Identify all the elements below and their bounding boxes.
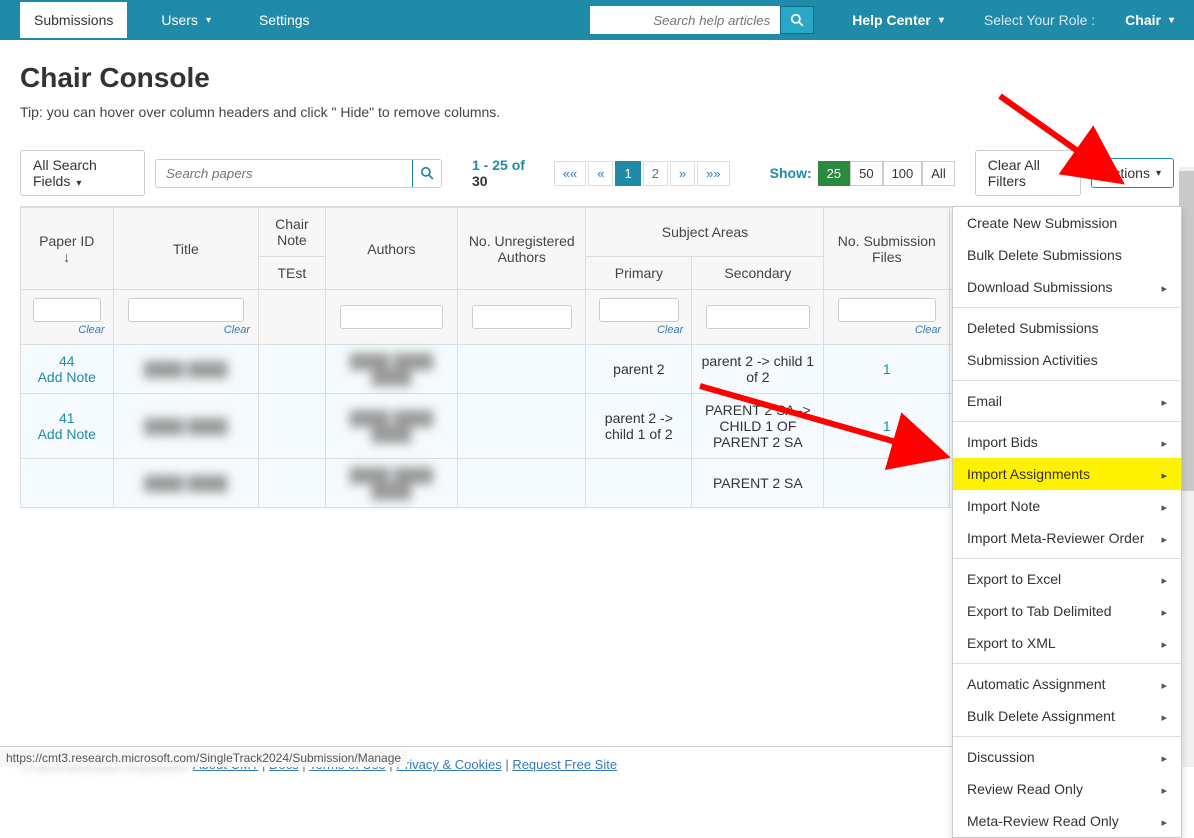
- menu-meta-review-read-only[interactable]: Meta-Review Read Only: [953, 805, 1181, 837]
- menu-import-bids[interactable]: Import Bids: [953, 426, 1181, 458]
- tip-text: Tip: you can hover over column headers a…: [20, 104, 1174, 120]
- pager-««[interactable]: ««: [554, 161, 586, 186]
- menu-export-excel[interactable]: Export to Excel: [953, 563, 1181, 595]
- menu-review-read-only[interactable]: Review Read Only: [953, 773, 1181, 805]
- menu-import-assignments[interactable]: Import Assignments: [953, 458, 1181, 490]
- secondary-cell: parent 2 -> child 1 of 2: [692, 345, 824, 394]
- col-secondary[interactable]: Secondary: [692, 257, 824, 290]
- pager-info: 1 - 25 of 30: [472, 157, 534, 189]
- show-label: Show:: [770, 165, 812, 181]
- chair-note-cell: [259, 459, 326, 508]
- unreg-cell: [458, 345, 586, 394]
- add-note-link[interactable]: Add Note: [29, 369, 105, 385]
- menu-submission-activities[interactable]: Submission Activities: [953, 344, 1181, 376]
- paper-id-link[interactable]: 41: [29, 410, 105, 426]
- top-nav: Submissions Users Settings Help Center S…: [0, 0, 1194, 40]
- help-search-button[interactable]: [780, 6, 814, 34]
- filter-authors[interactable]: [325, 290, 457, 345]
- search-papers-button[interactable]: [412, 160, 441, 187]
- pager-»»[interactable]: »»: [697, 161, 729, 186]
- pager: «««12»»»: [554, 161, 730, 186]
- show-100[interactable]: 100: [883, 161, 923, 186]
- sub-files-cell[interactable]: 1: [824, 394, 950, 459]
- role-label: Select Your Role :: [984, 12, 1095, 28]
- unreg-cell: [458, 459, 586, 508]
- menu-create-submission[interactable]: Create New Submission: [953, 207, 1181, 239]
- menu-export-xml[interactable]: Export to XML: [953, 627, 1181, 659]
- authors-cell: ████ ████████: [334, 353, 449, 385]
- show-50[interactable]: 50: [850, 161, 882, 186]
- search-field-dropdown[interactable]: All Search Fields: [20, 150, 145, 196]
- filter-title[interactable]: Clear: [113, 290, 258, 345]
- role-selector[interactable]: Chair: [1125, 12, 1174, 28]
- actions-menu: Create New Submission Bulk Delete Submis…: [952, 206, 1182, 838]
- authors-cell: ████ ████████: [334, 467, 449, 499]
- status-bar-url: https://cmt3.research.microsoft.com/Sing…: [0, 749, 407, 767]
- col-primary[interactable]: Primary: [586, 257, 692, 290]
- menu-export-tab[interactable]: Export to Tab Delimited: [953, 595, 1181, 627]
- show-All[interactable]: All: [922, 161, 954, 186]
- filter-toolbar: All Search Fields 1 - 25 of 30 «««12»»» …: [20, 150, 1174, 196]
- nav-settings[interactable]: Settings: [245, 2, 324, 38]
- help-search: [590, 6, 814, 34]
- sub-files-cell[interactable]: 1: [824, 345, 950, 394]
- menu-bulk-delete-assignment[interactable]: Bulk Delete Assignment: [953, 700, 1181, 732]
- menu-download-submissions[interactable]: Download Submissions: [953, 271, 1181, 303]
- page-title: Chair Console: [20, 62, 1174, 94]
- nav-submissions[interactable]: Submissions: [20, 2, 127, 38]
- unreg-cell: [458, 394, 586, 459]
- title-cell: ████ ████: [122, 361, 250, 377]
- col-paper-id[interactable]: Paper ID↓: [21, 208, 114, 290]
- col-unreg[interactable]: No. Unregistered Authors: [458, 208, 586, 290]
- title-cell: ████ ████: [122, 418, 250, 434]
- actions-button[interactable]: Actions ▾: [1091, 158, 1174, 188]
- menu-import-note[interactable]: Import Note: [953, 490, 1181, 522]
- filter-chair-note[interactable]: [259, 290, 326, 345]
- col-title[interactable]: Title: [113, 208, 258, 290]
- filter-unreg[interactable]: [458, 290, 586, 345]
- col-test[interactable]: TEst: [259, 257, 326, 290]
- menu-automatic-assignment[interactable]: Automatic Assignment: [953, 668, 1181, 700]
- pager-1[interactable]: 1: [615, 161, 640, 186]
- help-center-menu[interactable]: Help Center: [852, 12, 944, 28]
- secondary-cell: PARENT 2 SA: [692, 459, 824, 508]
- help-search-input[interactable]: [590, 6, 780, 34]
- sub-files-cell[interactable]: [824, 459, 950, 508]
- pager-«[interactable]: «: [588, 161, 613, 186]
- paper-id-link[interactable]: 44: [29, 353, 105, 369]
- chair-note-cell: [259, 394, 326, 459]
- search-papers: [155, 159, 442, 188]
- col-sub-files[interactable]: No. Submission Files: [824, 208, 950, 290]
- filter-paper-id[interactable]: Clear: [21, 290, 114, 345]
- menu-bulk-delete-submissions[interactable]: Bulk Delete Submissions: [953, 239, 1181, 271]
- search-papers-input[interactable]: [156, 160, 412, 187]
- primary-cell: [586, 459, 692, 508]
- menu-email[interactable]: Email: [953, 385, 1181, 417]
- pager-»[interactable]: »: [670, 161, 695, 186]
- menu-deleted-submissions[interactable]: Deleted Submissions: [953, 312, 1181, 344]
- chair-note-cell: [259, 345, 326, 394]
- filter-primary[interactable]: Clear: [586, 290, 692, 345]
- footer-request[interactable]: Request Free Site: [512, 757, 617, 772]
- clear-all-filters-button[interactable]: Clear All Filters: [975, 150, 1081, 196]
- primary-cell: parent 2 -> child 1 of 2: [586, 394, 692, 459]
- show-25[interactable]: 25: [818, 161, 850, 186]
- authors-cell: ████ ████████: [334, 410, 449, 442]
- filter-secondary[interactable]: [692, 290, 824, 345]
- footer-privacy[interactable]: Privacy & Cookies: [396, 757, 501, 772]
- col-chair-note[interactable]: Chair Note: [259, 208, 326, 257]
- menu-discussion[interactable]: Discussion: [953, 741, 1181, 773]
- show-group: Show: 2550100All: [770, 165, 955, 181]
- title-cell: ████ ████: [122, 475, 250, 491]
- col-authors[interactable]: Authors: [325, 208, 457, 290]
- secondary-cell: PARENT 2 SA -> CHILD 1 OF PARENT 2 SA: [692, 394, 824, 459]
- add-note-link[interactable]: Add Note: [29, 426, 105, 442]
- filter-sub-files[interactable]: Clear: [824, 290, 950, 345]
- menu-import-meta-reviewer-order[interactable]: Import Meta-Reviewer Order: [953, 522, 1181, 554]
- col-subject-areas[interactable]: Subject Areas: [586, 208, 824, 257]
- nav-users[interactable]: Users: [147, 2, 225, 38]
- pager-2[interactable]: 2: [643, 161, 668, 186]
- primary-cell: parent 2: [586, 345, 692, 394]
